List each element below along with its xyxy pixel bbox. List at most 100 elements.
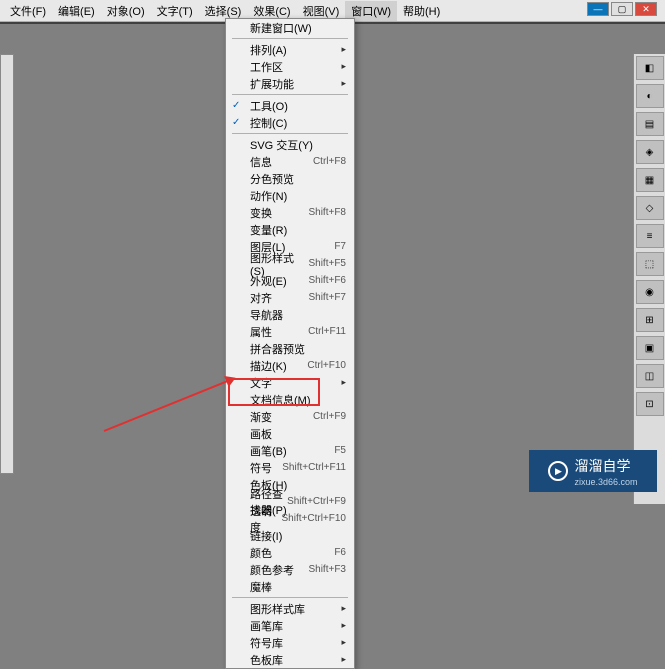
menu-item-W[interactable]: 新建窗口(W) [226,19,354,36]
menu-item-label: 拼合器预览 [250,341,305,357]
menu-item-label: 变换 [250,205,272,221]
panel-icon-9[interactable]: ⊞ [636,308,664,332]
highlight-box [228,378,320,406]
check-icon: ✓ [232,100,240,111]
menu-item-H[interactable]: 色板(H) [226,476,354,493]
menu-item-[interactable]: 对齐 Shift+F7 [226,289,354,306]
menu-item-C[interactable]: ✓控制(C) [226,114,354,131]
menu-type[interactable]: 文字(T) [151,1,199,21]
panel-icon-0[interactable]: ◧ [636,56,664,80]
panel-icon-4[interactable]: ▦ [636,168,664,192]
menu-item-shortcut: Shift+F7 [308,292,346,303]
menu-item-E[interactable]: 外观(E) Shift+F6 [226,272,354,289]
panel-icon-3[interactable]: ◈ [636,140,664,164]
menu-separator [232,597,348,598]
menu-separator [232,38,348,39]
menu-item-label: 变量(R) [250,222,287,238]
menu-item-[interactable]: 图形样式库 [226,600,354,617]
panel-icon-10[interactable]: ▣ [636,336,664,360]
menu-item-shortcut: Ctrl+F8 [313,156,346,167]
menu-item-label: 画笔(B) [250,443,287,459]
menu-item-shortcut: Ctrl+F10 [307,360,346,371]
menu-edit[interactable]: 编辑(E) [52,1,101,21]
panel-icon-1[interactable]: ◐ [636,84,664,108]
menu-item-shortcut: F6 [334,547,346,558]
minimize-button[interactable]: — [587,2,609,16]
panel-icon-7[interactable]: ⬚ [636,252,664,276]
menu-item-label: 魔棒 [250,579,272,595]
watermark-url: zixue.3d66.com [574,477,637,487]
panel-icon-5[interactable]: ◇ [636,196,664,220]
panel-icon-2[interactable]: ▤ [636,112,664,136]
menu-item-[interactable]: 导航器 [226,306,354,323]
menu-item-label: 导航器 [250,307,283,323]
menu-item-[interactable]: 分色预览 [226,170,354,187]
menu-separator [232,94,348,95]
menu-item-label: 颜色 [250,545,272,561]
panel-icon-12[interactable]: ⊡ [636,392,664,416]
menu-item-label: 动作(N) [250,188,287,204]
menu-item-[interactable]: 工作区 [226,58,354,75]
panel-icon-11[interactable]: ◫ [636,364,664,388]
menu-item-shortcut: Shift+F6 [308,275,346,286]
menu-item-[interactable]: 魔棒 [226,578,354,595]
menu-item-[interactable]: 透明度Shift+Ctrl+F10 [226,510,354,527]
menu-item-I[interactable]: 链接(I) [226,527,354,544]
menu-item-[interactable]: 变换 Shift+F8 [226,204,354,221]
menu-item-label: 工作区 [250,59,283,75]
left-toolbox[interactable] [0,54,14,474]
menu-item-shortcut: Shift+Ctrl+F11 [282,462,346,473]
menu-item-shortcut: F7 [334,241,346,252]
menu-item-label: 链接(I) [250,528,282,544]
menu-item-B[interactable]: 画笔(B)F5 [226,442,354,459]
menu-item-shortcut: Shift+F5 [308,258,346,269]
menu-item-label: 图形样式库 [250,601,305,617]
play-icon: ▶ [548,461,568,481]
menu-item-label: 渐变 [250,409,272,425]
menu-item-[interactable]: 扩展功能 [226,75,354,92]
menu-item-shortcut: Shift+F8 [308,207,346,218]
menu-item-label: 工具(O) [250,98,288,114]
menu-item-N[interactable]: 动作(N) [226,187,354,204]
menu-item-shortcut: Ctrl+F9 [313,411,346,422]
menu-separator [232,133,348,134]
menu-item-shortcut: Shift+Ctrl+F9 [287,496,346,507]
menu-item-[interactable]: 色板库 [226,651,354,668]
menu-help[interactable]: 帮助(H) [397,1,446,21]
window-dropdown: 新建窗口(W) 排列(A)工作区扩展功能 ✓ 工具(O)✓控制(C) SVG 交互(Y)… [225,18,355,669]
menu-item-label: 外观(E) [250,273,287,289]
menu-item-[interactable]: 符号 Shift+Ctrl+F11 [226,459,354,476]
window-controls: — ▢ ✕ [587,2,657,16]
menu-item-label: 对齐 [250,290,272,306]
menu-item-[interactable]: 颜色参考Shift+F3 [226,561,354,578]
menu-item-label: 扩展功能 [250,76,294,92]
menu-item-S[interactable]: 图形样式(S)Shift+F5 [226,255,354,272]
menu-item-[interactable]: 渐变 Ctrl+F9 [226,408,354,425]
menu-item-P[interactable]: 路径查找器(P)Shift+Ctrl+F9 [226,493,354,510]
panel-icon-6[interactable]: ≡ [636,224,664,248]
menu-item-label: 信息 [250,154,272,170]
menu-item-A[interactable]: 排列(A) [226,41,354,58]
menu-item-label: SVG 交互(Y) [250,137,313,153]
maximize-button[interactable]: ▢ [611,2,633,16]
menu-item-[interactable]: 拼合器预览 [226,340,354,357]
close-button[interactable]: ✕ [635,2,657,16]
menu-file[interactable]: 文件(F) [4,1,52,21]
panel-icon-8[interactable]: ◉ [636,280,664,304]
menu-item-[interactable]: 画笔库 [226,617,354,634]
menu-object[interactable]: 对象(O) [101,1,151,21]
menu-item-label: 属性 [250,324,272,340]
menu-item-[interactable]: 颜色 F6 [226,544,354,561]
menu-item-[interactable]: 信息 Ctrl+F8 [226,153,354,170]
menu-item-[interactable]: 属性Ctrl+F11 [226,323,354,340]
menu-item-label: 分色预览 [250,171,294,187]
watermark-brand: 溜溜自学 [574,456,637,476]
menu-item-label: 符号 [250,460,272,476]
menu-item-K[interactable]: 描边(K)Ctrl+F10 [226,357,354,374]
menu-item-[interactable]: 画板 [226,425,354,442]
menu-item-[interactable]: 符号库 [226,634,354,651]
menu-item-R[interactable]: 变量(R) [226,221,354,238]
menu-item-SVGY[interactable]: SVG 交互(Y) [226,136,354,153]
check-icon: ✓ [232,117,240,128]
menu-item-O[interactable]: ✓ 工具(O) [226,97,354,114]
